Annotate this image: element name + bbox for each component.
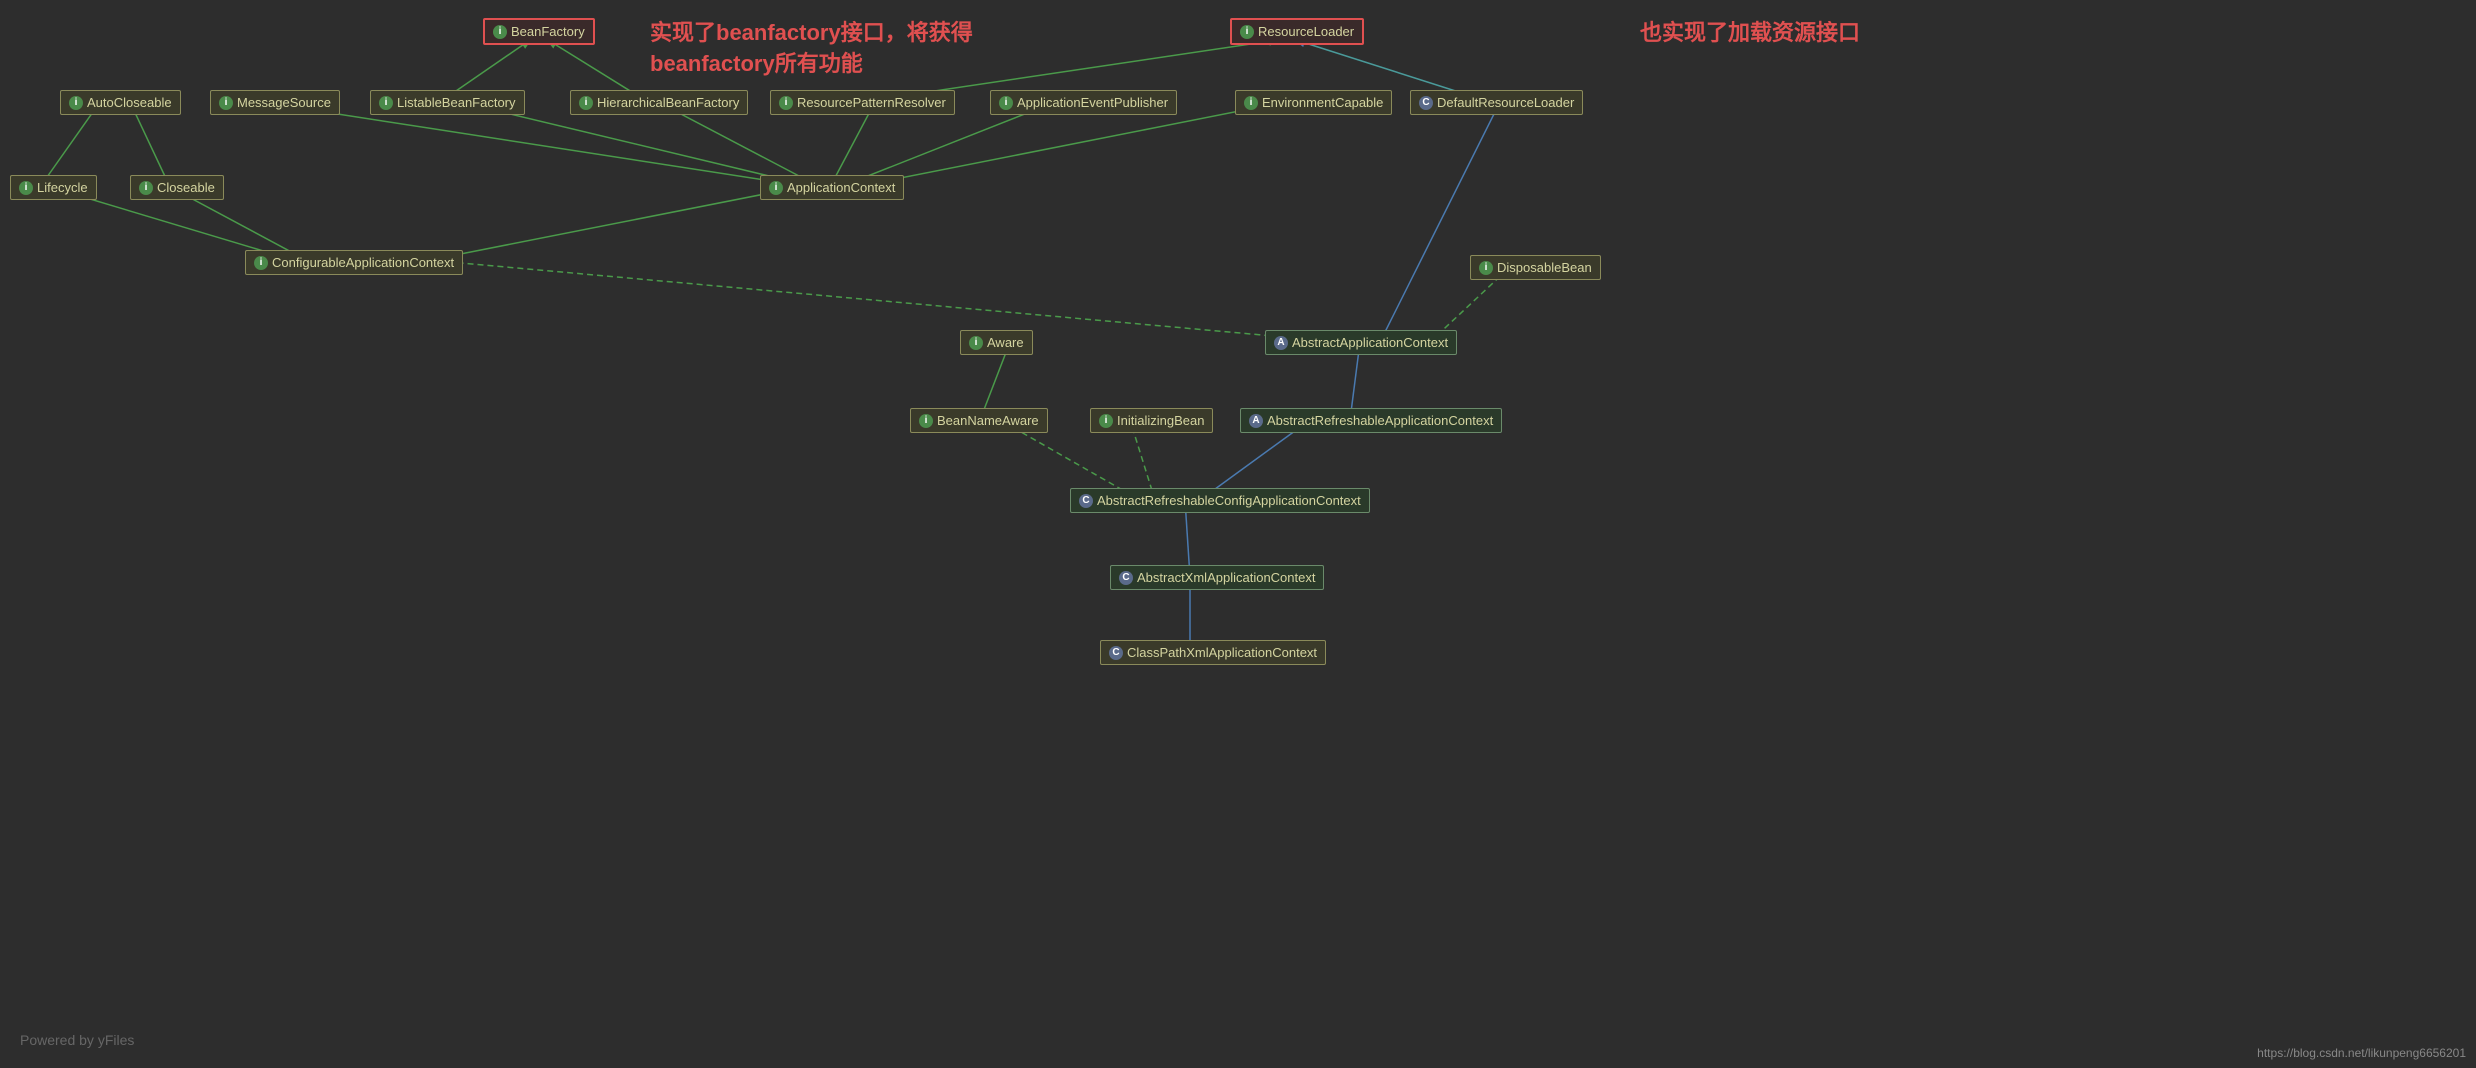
node-label: ResourcePatternResolver (797, 95, 946, 110)
node-listablebean: i ListableBeanFactory (370, 90, 525, 115)
interface-icon: i (1244, 96, 1258, 110)
node-hierarchicalbean: i HierarchicalBeanFactory (570, 90, 748, 115)
class-icon: C (1109, 646, 1123, 660)
node-label: EnvironmentCapable (1262, 95, 1383, 110)
interface-icon: i (1240, 25, 1254, 39)
node-label: InitializingBean (1117, 413, 1204, 428)
interface-icon: i (139, 181, 153, 195)
annotation-beanfactory: 实现了beanfactory接口，将获得beanfactory所有功能 (650, 18, 973, 80)
node-abstractxmlapplication: C AbstractXmlApplicationContext (1110, 565, 1324, 590)
abstract-icon: A (1249, 414, 1263, 428)
node-label: AbstractApplicationContext (1292, 335, 1448, 350)
node-label: AutoCloseable (87, 95, 172, 110)
node-autocloseable: i AutoCloseable (60, 90, 181, 115)
interface-icon: i (779, 96, 793, 110)
interface-icon: i (19, 181, 33, 195)
node-label: ConfigurableApplicationContext (272, 255, 454, 270)
node-environmentcapable: i EnvironmentCapable (1235, 90, 1392, 115)
node-lifecycle: i Lifecycle (10, 175, 97, 200)
node-resourcepattern: i ResourcePatternResolver (770, 90, 955, 115)
interface-icon: i (219, 96, 233, 110)
node-label: AbstractRefreshableApplicationContext (1267, 413, 1493, 428)
node-label: AbstractRefreshableConfigApplicationCont… (1097, 493, 1361, 508)
node-beanfactory: i BeanFactory (483, 18, 595, 45)
interface-icon: i (969, 336, 983, 350)
node-defaultresourceloader: C DefaultResourceLoader (1410, 90, 1583, 115)
abstract-icon: C (1119, 571, 1133, 585)
url-text: https://blog.csdn.net/likunpeng6656201 (2257, 1046, 2466, 1060)
node-aware: i Aware (960, 330, 1033, 355)
node-label: HierarchicalBeanFactory (597, 95, 739, 110)
node-abstractrefreshable: A AbstractRefreshableApplicationContext (1240, 408, 1502, 433)
interface-icon: i (769, 181, 783, 195)
node-configurablecontext: i ConfigurableApplicationContext (245, 250, 463, 275)
node-messagesource: i MessageSource (210, 90, 340, 115)
arrows-svg (0, 0, 2476, 1068)
node-label: ListableBeanFactory (397, 95, 516, 110)
node-abstractapplicationcontext: A AbstractApplicationContext (1265, 330, 1457, 355)
interface-icon: i (493, 25, 507, 39)
node-closeable: i Closeable (130, 175, 224, 200)
node-label: BeanNameAware (937, 413, 1039, 428)
interface-icon: i (919, 414, 933, 428)
node-label: DisposableBean (1497, 260, 1592, 275)
annotation-resourceloader: 也实现了加载资源接口 (1640, 18, 1860, 49)
node-label: Lifecycle (37, 180, 88, 195)
node-label: ApplicationContext (787, 180, 895, 195)
node-disposablebean: i DisposableBean (1470, 255, 1601, 280)
class-icon: C (1419, 96, 1433, 110)
node-applicationevent: i ApplicationEventPublisher (990, 90, 1177, 115)
interface-icon: i (1099, 414, 1113, 428)
node-classpathxml: C ClassPathXmlApplicationContext (1100, 640, 1326, 665)
abstract-icon: C (1079, 494, 1093, 508)
node-label: Closeable (157, 180, 215, 195)
node-label: Aware (987, 335, 1024, 350)
diagram-container: i BeanFactory i ResourceLoader i AutoClo… (0, 0, 2476, 1068)
interface-icon: i (579, 96, 593, 110)
abstract-icon: A (1274, 336, 1288, 350)
node-label: ResourceLoader (1258, 24, 1354, 39)
node-label: ApplicationEventPublisher (1017, 95, 1168, 110)
interface-icon: i (69, 96, 83, 110)
node-label: ClassPathXmlApplicationContext (1127, 645, 1317, 660)
node-initializingbean: i InitializingBean (1090, 408, 1213, 433)
node-label: BeanFactory (511, 24, 585, 39)
node-abstractrefreshableconfig: C AbstractRefreshableConfigApplicationCo… (1070, 488, 1370, 513)
watermark: Powered by yFiles (20, 1032, 134, 1048)
node-label: MessageSource (237, 95, 331, 110)
node-applicationcontext: i ApplicationContext (760, 175, 904, 200)
interface-icon: i (254, 256, 268, 270)
interface-icon: i (1479, 261, 1493, 275)
node-resourceloader: i ResourceLoader (1230, 18, 1364, 45)
node-label: DefaultResourceLoader (1437, 95, 1574, 110)
node-label: AbstractXmlApplicationContext (1137, 570, 1315, 585)
interface-icon: i (379, 96, 393, 110)
interface-icon: i (999, 96, 1013, 110)
node-beannameaware: i BeanNameAware (910, 408, 1048, 433)
